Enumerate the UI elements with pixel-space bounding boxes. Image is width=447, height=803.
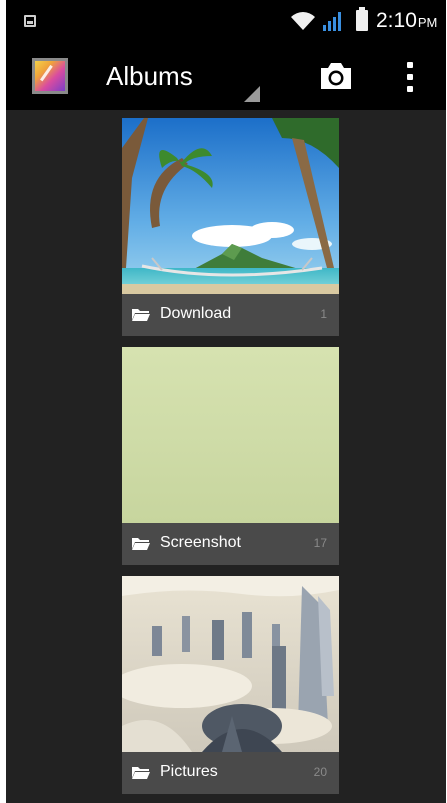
album-label-bar: Download 1 <box>122 294 339 336</box>
album-name: Pictures <box>160 763 218 780</box>
album-screenshot[interactable]: Screenshot 17 <box>122 347 339 565</box>
folder-icon <box>132 538 150 550</box>
action-bar: Albums <box>6 44 446 110</box>
album-count: 17 <box>313 536 327 550</box>
folder-icon <box>132 767 150 779</box>
pictures-thumbnail <box>122 576 339 752</box>
gallery-screen: 2:10PM Albums Download 1 Screenshot 17 P… <box>6 0 446 803</box>
status-bar: 2:10PM <box>6 0 446 44</box>
album-download[interactable]: Download 1 <box>122 118 339 336</box>
albums-title: Albums <box>106 61 193 91</box>
spinner-arrow-icon <box>244 86 260 102</box>
gallery-app-icon[interactable] <box>32 58 68 94</box>
album-label-bar: Pictures 20 <box>122 752 339 794</box>
folder-icon <box>132 309 150 321</box>
download-thumbnail <box>122 118 339 294</box>
albums-view-spinner[interactable]: Albums <box>106 44 266 110</box>
status-time-ampm: PM <box>417 15 438 30</box>
battery-icon <box>356 7 368 31</box>
image-notification-icon <box>24 15 36 27</box>
album-label-bar: Screenshot 17 <box>122 523 339 565</box>
album-count: 20 <box>313 765 327 779</box>
screenshot-thumbnail <box>122 347 339 523</box>
overflow-menu-icon[interactable] <box>402 60 418 94</box>
album-pictures[interactable]: Pictures 20 <box>122 576 339 794</box>
album-name: Screenshot <box>160 534 241 551</box>
status-time-value: 2:10 <box>376 9 417 32</box>
wifi-icon <box>291 12 315 30</box>
album-count: 1 <box>320 307 327 321</box>
camera-icon[interactable] <box>318 60 354 92</box>
status-time: 2:10PM <box>376 9 437 33</box>
signal-icon <box>323 12 341 31</box>
album-name: Download <box>160 305 232 322</box>
